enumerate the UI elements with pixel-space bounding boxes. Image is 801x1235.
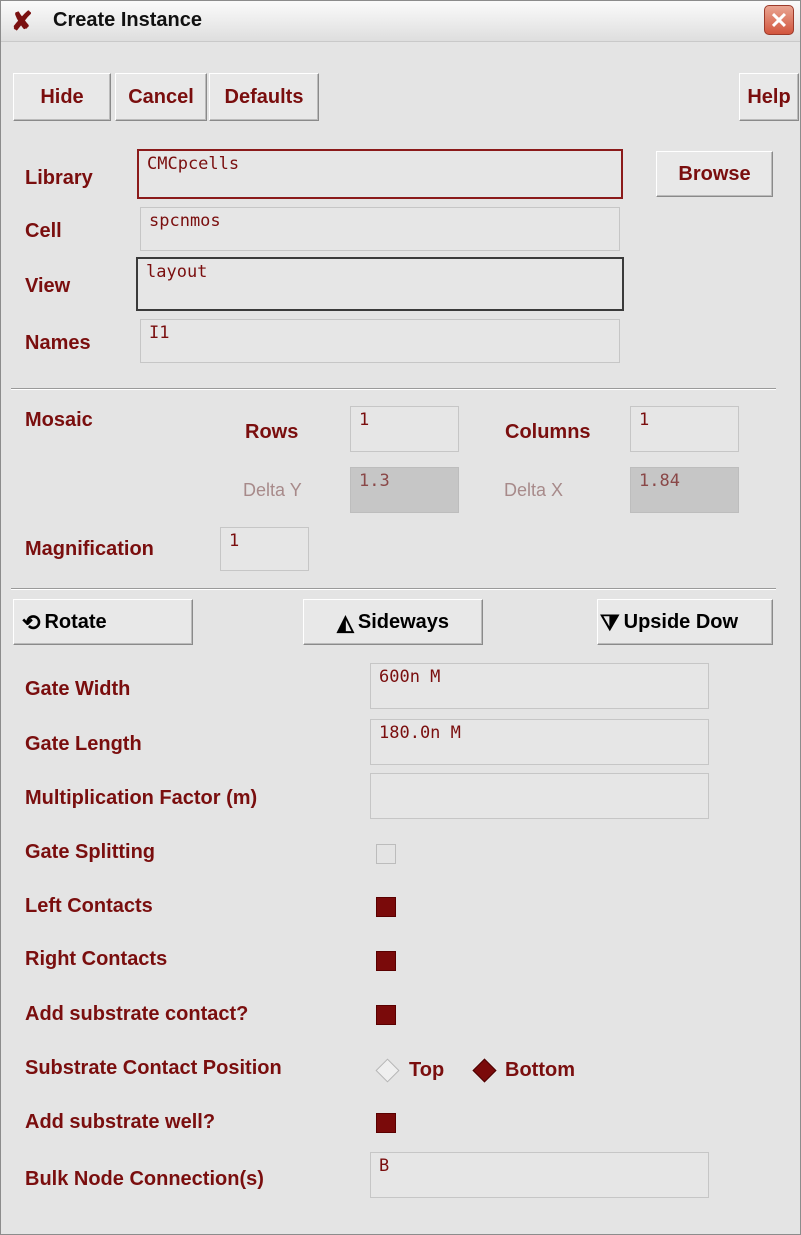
- view-label: View: [25, 275, 71, 297]
- mosaic-label: Mosaic: [25, 409, 93, 431]
- upside-down-icon: ⧩: [600, 609, 620, 635]
- delta-y-label: Delta Y: [243, 480, 302, 500]
- sideways-label: Sideways: [357, 611, 450, 633]
- names-input[interactable]: I1: [140, 319, 620, 363]
- sideways-button[interactable]: ◭ Sideways: [303, 599, 483, 645]
- cell-input[interactable]: spcnmos: [140, 207, 620, 251]
- delta-x-input: 1.84: [630, 467, 739, 513]
- bulk-node-input[interactable]: B: [370, 1152, 709, 1198]
- close-button[interactable]: ✕: [764, 5, 794, 35]
- gate-length-input[interactable]: 180.0n M: [370, 719, 709, 765]
- view-input[interactable]: layout: [136, 257, 624, 311]
- rotate-label: Rotate: [44, 611, 107, 633]
- upside-down-button[interactable]: ⧩ Upside Dow: [597, 599, 773, 645]
- rotate-icon: ⟲: [22, 609, 41, 635]
- right-contacts-checkbox[interactable]: [376, 951, 396, 971]
- rotate-button[interactable]: ⟲ Rotate: [13, 599, 193, 645]
- delta-x-label: Delta X: [504, 480, 564, 500]
- browse-button[interactable]: Browse: [656, 151, 773, 197]
- magnification-label: Magnification: [25, 538, 154, 560]
- magnification-input[interactable]: 1: [220, 527, 309, 571]
- gate-splitting-checkbox[interactable]: [376, 844, 396, 864]
- add-substrate-well-checkbox[interactable]: [376, 1113, 396, 1133]
- columns-label: Columns: [505, 421, 591, 443]
- title-bar: ✘ Create Instance ✕: [1, 1, 800, 42]
- rows-input[interactable]: 1: [350, 406, 459, 452]
- help-button[interactable]: Help: [739, 73, 799, 121]
- top-radio[interactable]: [375, 1058, 400, 1083]
- left-contacts-label: Left Contacts: [25, 895, 153, 917]
- app-x-icon: ✘: [11, 6, 33, 36]
- bottom-radio-label[interactable]: Bottom: [505, 1059, 575, 1082]
- window-title: Create Instance: [53, 9, 202, 31]
- add-substrate-contact-label: Add substrate contact?: [25, 1003, 249, 1025]
- bottom-radio[interactable]: [472, 1058, 497, 1083]
- hide-button[interactable]: Hide: [13, 73, 111, 121]
- add-substrate-contact-checkbox[interactable]: [376, 1005, 396, 1025]
- sideways-icon: ◭: [336, 609, 354, 635]
- divider-2: [11, 588, 776, 590]
- left-contacts-checkbox[interactable]: [376, 897, 396, 917]
- columns-input[interactable]: 1: [630, 406, 739, 452]
- defaults-button[interactable]: Defaults: [209, 73, 319, 121]
- gate-width-input[interactable]: 600n M: [370, 663, 709, 709]
- cancel-button[interactable]: Cancel: [115, 73, 207, 121]
- create-instance-window: ✘ Create Instance ✕ Hide Cancel Defaults…: [0, 0, 801, 1235]
- library-input[interactable]: CMCpcells: [137, 149, 623, 199]
- mult-factor-label: Multiplication Factor (m): [25, 787, 258, 809]
- substrate-contact-position-label: Substrate Contact Position: [25, 1057, 282, 1079]
- mult-factor-input[interactable]: [370, 773, 709, 819]
- gate-width-label: Gate Width: [25, 678, 131, 700]
- rows-label: Rows: [245, 421, 299, 443]
- add-substrate-well-label: Add substrate well?: [25, 1111, 216, 1133]
- gate-splitting-label: Gate Splitting: [25, 841, 155, 863]
- upside-down-label: Upside Dow: [623, 611, 739, 633]
- divider-1: [11, 388, 776, 390]
- names-label: Names: [25, 332, 91, 354]
- right-contacts-label: Right Contacts: [25, 948, 168, 970]
- top-radio-label[interactable]: Top: [409, 1059, 444, 1082]
- cell-label: Cell: [25, 220, 62, 242]
- close-icon: ✕: [769, 8, 789, 33]
- gate-length-label: Gate Length: [25, 733, 142, 755]
- delta-y-input: 1.3: [350, 467, 459, 513]
- bulk-node-label: Bulk Node Connection(s): [25, 1168, 264, 1190]
- library-label: Library: [25, 167, 93, 189]
